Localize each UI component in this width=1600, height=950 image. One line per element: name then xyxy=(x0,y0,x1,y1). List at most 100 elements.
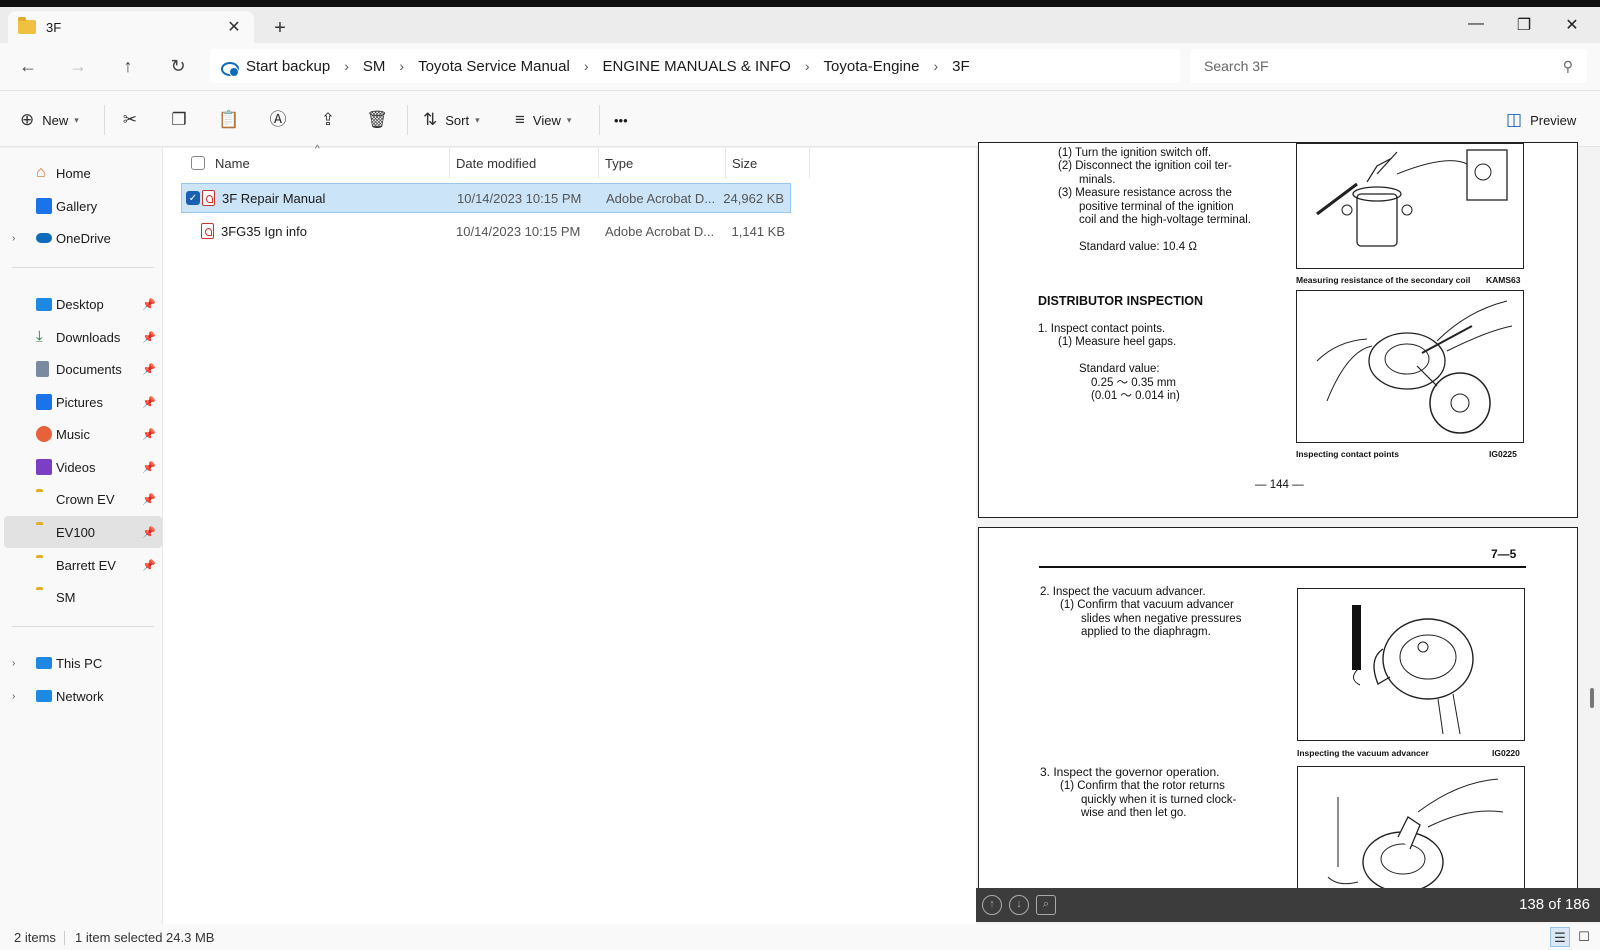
column-divider[interactable] xyxy=(809,148,810,178)
forward-button[interactable]: → xyxy=(64,53,92,79)
tiles-view-icon[interactable]: ☐ xyxy=(1574,927,1594,947)
gallery-icon xyxy=(36,198,52,214)
sidebar-item-home[interactable]: ⌂ Home xyxy=(4,157,162,189)
previous-page-icon[interactable]: ↑ xyxy=(982,895,1002,915)
breadcrumb-3f[interactable]: 3F xyxy=(952,58,970,75)
delete-icon[interactable]: 🗑 xyxy=(365,108,389,132)
column-divider[interactable] xyxy=(725,148,726,178)
column-header-date[interactable]: Date modified xyxy=(456,148,536,178)
command-bar: ⊕ New ▾ ✂ ❐ 📋 Ⓐ ⇪ 🗑 ⇅ Sort ▾ ≡ View ▾ ••… xyxy=(0,90,1600,147)
figure-secondary-coil xyxy=(1296,143,1524,269)
new-tab-button[interactable]: + xyxy=(268,17,292,40)
sidebar-item-desktop[interactable]: Desktop 📌 xyxy=(4,288,162,320)
pin-icon[interactable]: 📌 xyxy=(142,461,156,474)
refresh-button[interactable]: ↻ xyxy=(164,53,192,79)
column-header-name[interactable]: Name xyxy=(215,148,250,178)
pin-icon[interactable]: 📌 xyxy=(142,559,156,572)
sidebar-item-documents[interactable]: Documents 📌 xyxy=(4,353,162,385)
search-box[interactable]: Search 3F ⚲ xyxy=(1190,49,1587,83)
figure-code: KAMS63 xyxy=(1486,275,1521,285)
column-divider[interactable] xyxy=(598,148,599,178)
search-icon[interactable]: ⚲ xyxy=(1563,58,1573,75)
minimize-button[interactable]: — xyxy=(1461,15,1491,33)
close-tab-icon[interactable]: ✕ xyxy=(224,17,244,37)
pin-icon[interactable]: 📌 xyxy=(142,396,156,409)
breadcrumb-start-backup[interactable]: Start backup xyxy=(246,58,330,75)
sort-ascending-icon: ^ xyxy=(315,144,320,155)
breadcrumb-toyota-service-manual[interactable]: Toyota Service Manual xyxy=(418,58,570,75)
find-in-document-icon[interactable]: ⌕ xyxy=(1036,895,1056,915)
sidebar-item-videos[interactable]: Videos 📌 xyxy=(4,451,162,483)
details-view-icon[interactable]: ☰ xyxy=(1550,927,1570,947)
preview-pane[interactable]: (1) Turn the ignition switch off. (2) Di… xyxy=(976,142,1600,924)
paste-icon[interactable]: 📋 xyxy=(217,108,241,132)
sidebar-item-this-pc[interactable]: › This PC xyxy=(4,647,162,679)
divider xyxy=(104,105,105,135)
view-button[interactable]: ≡ View ▾ xyxy=(515,108,571,132)
sidebar-item-pictures[interactable]: Pictures 📌 xyxy=(4,386,162,418)
close-window-button[interactable]: ✕ xyxy=(1557,15,1587,35)
sidebar-item-ev100[interactable]: EV100 📌 xyxy=(4,516,162,548)
chevron-right-icon[interactable]: › xyxy=(584,58,589,74)
sidebar-item-downloads[interactable]: ⤓ Downloads 📌 xyxy=(4,321,162,353)
next-page-icon[interactable]: ↓ xyxy=(1009,895,1029,915)
column-divider[interactable] xyxy=(449,148,450,178)
chevron-right-icon[interactable]: › xyxy=(805,58,810,74)
pin-icon[interactable]: 📌 xyxy=(142,298,156,311)
up-button[interactable]: ↑ xyxy=(114,53,142,79)
breadcrumb-engine-manuals[interactable]: ENGINE MANUALS & INFO xyxy=(602,58,790,75)
file-row[interactable]: 3FG35 Ign info 10/14/2023 10:15 PM Adobe… xyxy=(181,217,791,247)
pin-icon[interactable]: 📌 xyxy=(142,331,156,344)
preview-scrollbar[interactable] xyxy=(1590,688,1594,708)
row-checkbox[interactable]: ✓ xyxy=(186,191,200,205)
chevron-right-icon[interactable]: › xyxy=(12,233,15,244)
cut-icon[interactable]: ✂ xyxy=(118,108,142,132)
sidebar-item-onedrive[interactable]: › OneDrive xyxy=(4,222,162,254)
network-icon xyxy=(36,690,52,702)
select-all-checkbox[interactable] xyxy=(191,156,205,170)
sidebar-item-crown-ev[interactable]: Crown EV 📌 xyxy=(4,483,162,515)
breadcrumb-sm[interactable]: SM xyxy=(363,58,386,75)
standard-value: Standard value: xyxy=(1079,363,1160,375)
column-header-type[interactable]: Type xyxy=(605,148,633,178)
pin-icon[interactable]: 📌 xyxy=(142,493,156,506)
more-options-button[interactable]: ••• xyxy=(614,108,628,132)
share-icon[interactable]: ⇪ xyxy=(316,108,340,132)
sidebar-item-sm[interactable]: SM xyxy=(4,581,162,613)
restore-button[interactable]: ❐ xyxy=(1509,15,1539,35)
column-header-size[interactable]: Size xyxy=(732,148,757,178)
file-type: Adobe Acrobat D... xyxy=(605,224,715,239)
plus-circle-icon: ⊕ xyxy=(20,110,35,129)
figure-code: IG0220 xyxy=(1492,748,1520,758)
preview-button[interactable]: ◫ Preview xyxy=(1506,108,1576,132)
manual-text: slides when negative pressures xyxy=(1081,613,1242,625)
divider xyxy=(599,105,600,135)
back-button[interactable]: ← xyxy=(14,53,42,79)
sort-button[interactable]: ⇅ Sort ▾ xyxy=(423,108,480,132)
rename-icon[interactable]: Ⓐ xyxy=(266,108,290,132)
pin-icon[interactable]: 📌 xyxy=(142,363,156,376)
onedrive-icon xyxy=(36,233,52,243)
file-row[interactable]: ✓ 3F Repair Manual 10/14/2023 10:15 PM A… xyxy=(181,183,791,213)
sidebar-item-network[interactable]: › Network xyxy=(4,680,162,712)
figure-caption: Inspecting contact points xyxy=(1296,449,1399,459)
tab-3f[interactable]: 3F ✕ xyxy=(8,11,254,43)
sidebar-item-label: Gallery xyxy=(56,198,98,214)
sidebar-item-gallery[interactable]: Gallery xyxy=(4,190,162,222)
breadcrumb[interactable]: Start backup › SM › Toyota Service Manua… xyxy=(210,49,1180,83)
breadcrumb-toyota-engine[interactable]: Toyota-Engine xyxy=(824,58,920,75)
sidebar-item-barrett-ev[interactable]: Barrett EV 📌 xyxy=(4,549,162,581)
chevron-right-icon[interactable]: › xyxy=(344,58,349,74)
sidebar-item-music[interactable]: Music 📌 xyxy=(4,418,162,450)
chevron-right-icon[interactable]: › xyxy=(12,658,15,669)
new-button[interactable]: ⊕ New ▾ xyxy=(20,108,79,132)
pin-icon[interactable]: 📌 xyxy=(142,428,156,441)
navigation-pane: ⌂ Home Gallery › OneDrive Desktop 📌 ⤓ Do… xyxy=(0,148,163,924)
chevron-right-icon[interactable]: › xyxy=(399,58,404,74)
pin-icon[interactable]: 📌 xyxy=(142,526,156,539)
chevron-right-icon[interactable]: › xyxy=(12,691,15,702)
chevron-right-icon[interactable]: › xyxy=(933,58,938,74)
manual-text: coil and the high-voltage terminal. xyxy=(1079,214,1251,226)
search-input[interactable]: Search 3F xyxy=(1204,58,1563,74)
copy-icon[interactable]: ❐ xyxy=(167,108,191,132)
